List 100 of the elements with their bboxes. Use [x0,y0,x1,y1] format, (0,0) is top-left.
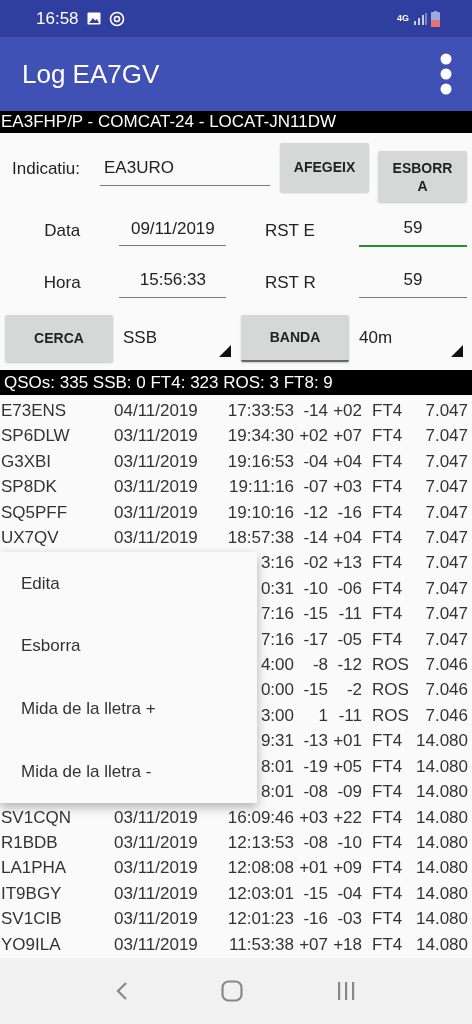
mode-cell-text: FT4 [371,908,404,931]
report-cell-text: -10 [336,831,362,854]
date-cell-text: 03/11/2019 [114,908,199,931]
mode-cell-text: FT4 [371,933,404,956]
time-cell-text: 3:00 [259,704,294,727]
callsign-label: Indicatiu: [12,158,82,180]
add-button[interactable]: AFEGEIX [280,143,369,192]
callsign-cell-text: SP6DLW [0,425,71,448]
field-label: Hora [42,271,82,294]
time-cell-text: 11:53:38 [228,933,294,956]
mode-cell-text: FT4 [371,882,404,905]
mode-cell-text: FT4 [371,400,404,422]
status-time: 16:58 [36,7,79,30]
callsign-cell-text: G3XBI [0,450,53,473]
frequency-cell-text: 14.080 [415,831,468,854]
rst-label: RST E [264,220,316,243]
time-cell-text: 8:01 [259,755,294,778]
frequency-cell-text: 7.047 [424,527,468,550]
menu-item[interactable]: Mida de la lletra + [21,696,257,722]
back-icon[interactable] [116,981,129,1001]
date-cell-text: 04/11/2019 [114,400,199,422]
callsign-cell-text: SV1CQN [0,806,72,829]
report-cell-text: -14 [302,400,328,422]
time-cell-text: 0:31 [259,577,294,600]
mode-cell-text: FT4 [371,831,404,854]
callsign-cell-text: LA1PHA [0,857,68,880]
mode-cell-text: FT4 [371,577,404,600]
frequency-cell-text: 14.080 [415,933,468,956]
search-button[interactable]: CERCA [5,314,113,362]
mode-dropdown[interactable]: SSB [113,315,235,361]
home-icon[interactable] [221,980,243,1002]
time-cell-text: 16:09:46 [226,806,294,829]
report-cell-text: -15 [302,603,328,626]
date-cell-text: 03/11/2019 [114,527,199,550]
app-title: Log EA7GV [22,57,160,91]
report-cell-text: +09 [332,857,362,880]
band-button[interactable]: BANDA [241,314,349,362]
report-cell-text: -17 [302,628,328,651]
report-cell-text: -16 [336,501,362,524]
mode-cell-text: ROS [371,654,410,677]
mode-cell-text: FT4 [371,628,404,651]
date-cell-text: 03/11/2019 [114,933,199,956]
mode-cell-text: FT4 [371,755,404,778]
report-cell-text: -2 [345,679,362,702]
report-cell-text: -06 [336,577,362,600]
report-cell-text: +13 [332,552,362,575]
mode-cell-text: FT4 [371,552,404,575]
report-cell-text: +18 [332,933,362,956]
callsign-cell-text: IT9BGY [0,882,63,905]
frequency-cell-text: 14.080 [415,755,468,778]
delete-button[interactable]: ESBORRA [378,151,467,202]
mode-cell-text: FT4 [371,476,404,499]
mode-cell-text: ROS [371,704,410,727]
mode-cell-text: FT4 [371,603,404,626]
recent-apps-icon[interactable] [335,981,356,1001]
rst-field[interactable]: 59 [359,267,467,298]
more-options-icon[interactable] [440,53,452,95]
report-cell-text: -04 [302,450,328,473]
time-cell-text: 7:16 [259,628,294,651]
band-dropdown[interactable]: 40m [349,315,467,361]
time-cell-text: 19:10:16 [226,501,294,524]
time-cell-text: 18:57:38 [226,527,294,550]
signal-icon [413,12,427,25]
time-field[interactable]: 15:56:33 [119,267,227,298]
callsign-cell-text: R1BDB [0,831,59,854]
frequency-cell-text: 7.047 [424,501,468,524]
frequency-cell-text: 7.046 [424,654,468,677]
frequency-cell-text: 7.047 [424,425,468,448]
report-cell-text: -12 [302,501,328,524]
frequency-cell-text: 14.080 [415,806,468,829]
callsign-cell-text: UX7QV [0,527,60,550]
date-cell-text: 03/11/2019 [114,806,199,829]
report-cell-text: -04 [336,882,362,905]
date-cell-text: 03/11/2019 [114,450,199,473]
callsign-cell-text: SQ5PFF [0,501,69,524]
menu-item[interactable]: Edita [21,570,257,597]
dropdown-arrow-icon [451,345,463,357]
date-cell-text: 03/11/2019 [114,425,199,448]
callsign-field[interactable]: EA3URO [100,155,270,186]
date-field[interactable]: 09/11/2019 [119,215,227,247]
report-cell-text: -02 [302,552,328,575]
time-cell-text: 12:03:01 [226,882,294,905]
time-cell-text: 8:01 [259,781,294,804]
report-cell-text: +03 [298,806,328,829]
mode-cell-text: FT4 [371,781,404,804]
rst-field[interactable]: 59 [359,215,467,247]
time-cell-text: 0:00 [259,679,294,702]
menu-item[interactable]: Mida de la lletra - [21,758,257,785]
report-cell-text: -07 [302,476,328,499]
info-banner: EA3FHP/P - COMCAT-24 - LOCAT-JN11DW [0,111,472,133]
report-cell-text: -08 [302,831,328,854]
report-cell-text: -14 [302,527,328,550]
time-cell-text: 7:16 [259,603,294,626]
mode-cell-text: FT4 [371,806,404,829]
report-cell-text: -15 [302,882,328,905]
date-cell-text: 03/11/2019 [114,882,199,905]
time-cell-text: 4:00 [259,654,294,677]
date-cell-text: 03/11/2019 [114,476,199,499]
field-label: Data [43,220,82,243]
menu-item[interactable]: Esborra [21,633,257,659]
